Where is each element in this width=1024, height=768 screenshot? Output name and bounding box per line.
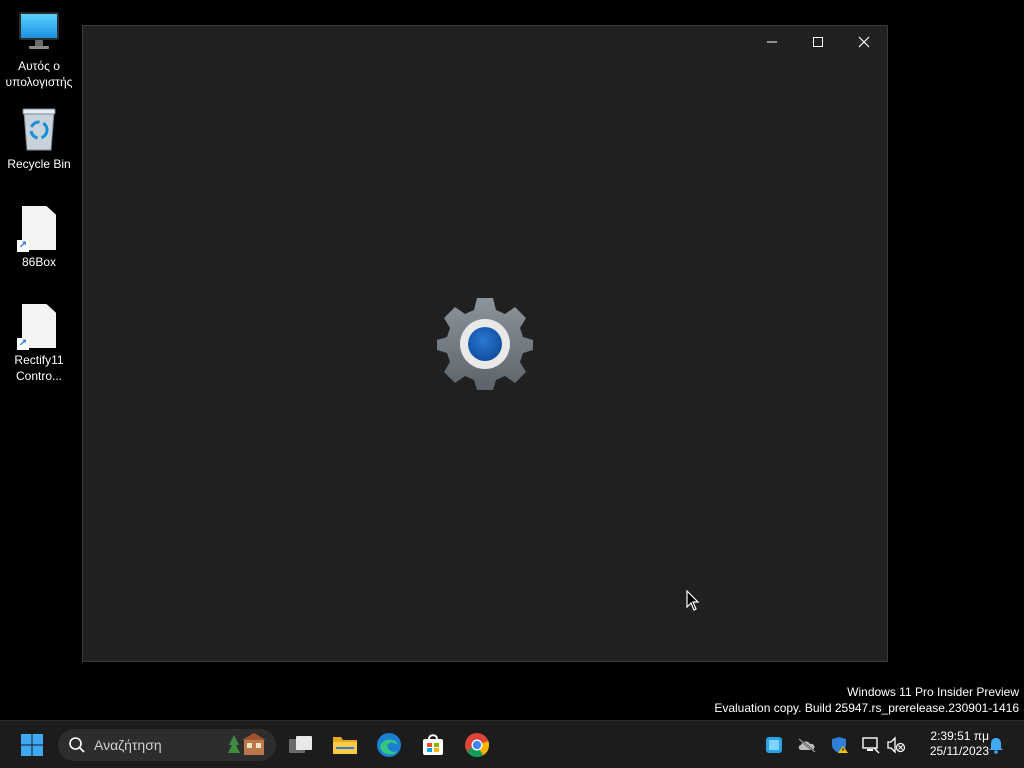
security-button[interactable] [830,735,850,755]
desktop-icon-label: Rectify11 Contro... [14,353,64,383]
file-shortcut-icon: ↗ [15,302,63,350]
chrome-button[interactable] [459,727,495,763]
watermark-line1: Windows 11 Pro Insider Preview [847,685,1019,699]
edge-icon [377,733,401,757]
settings-gear-icon [435,294,535,394]
network-icon [862,737,880,754]
security-icon [832,737,848,753]
taskbar: Αναζήτηση 2:39:51 πμ 25/11/2023 [0,720,1024,768]
task-view-button[interactable] [283,727,319,763]
watermark-line2: Evaluation copy. Build 25947.rs_prerelea… [714,701,1019,715]
window-controls [749,26,887,58]
settings-window[interactable] [82,25,888,662]
shortcut-arrow-icon: ↗ [17,240,29,252]
desktop-icon-label: 86Box [21,255,57,269]
monitor-icon [15,8,63,56]
maximize-button[interactable] [795,26,841,58]
desktop-icon-label: Αυτός ο υπολογιστής [5,59,73,89]
minimize-icon [767,41,777,43]
shortcut-arrow-icon: ↗ [17,338,29,350]
network-button[interactable] [861,735,881,755]
desktop-icon-this-pc[interactable]: Αυτός ο υπολογιστής [0,8,78,90]
file-shortcut-icon: ↗ [15,204,63,252]
minimize-button[interactable] [749,26,795,58]
activation-watermark: Windows 11 Pro Insider Preview Evaluatio… [714,684,1019,716]
desktop-icon-rectify11[interactable]: ↗ Rectify11 Contro... [0,302,78,384]
recycle-bin-icon [15,106,63,154]
edge-button[interactable] [371,727,407,763]
volume-muted-icon [887,736,906,754]
store-button[interactable] [415,727,451,763]
chrome-icon [465,733,490,758]
widgets-icon [766,737,782,753]
mouse-cursor-icon [686,589,700,612]
search-icon [69,737,85,753]
file-explorer-icon [333,737,357,754]
volume-button[interactable] [886,735,906,755]
search-placeholder: Αναζήτηση [94,737,162,753]
desktop-icon-label: Recycle Bin [7,157,71,171]
onedrive-icon [798,738,816,753]
clock-date: 25/11/2023 [929,744,989,758]
desktop: Αυτός ο υπολογιστής Recycle Bin ↗ 86Box … [0,0,1024,720]
task-view-icon [289,736,312,753]
clock-time: 2:39:51 πμ [930,729,989,743]
desktop-icon-86box[interactable]: ↗ 86Box [0,204,78,270]
start-icon [21,734,43,756]
store-icon [423,734,443,755]
start-button[interactable] [14,727,50,763]
bell-icon [989,738,1003,754]
notifications-button[interactable] [986,735,1006,755]
taskbar-clock[interactable]: 2:39:51 πμ 25/11/2023 [913,729,989,759]
search-highlight-icon [228,733,266,755]
desktop-icon-recycle-bin[interactable]: Recycle Bin [0,106,78,172]
taskbar-search-box[interactable]: Αναζήτηση [58,729,276,761]
close-button[interactable] [841,26,887,58]
file-explorer-button[interactable] [327,727,363,763]
onedrive-button[interactable] [797,735,817,755]
maximize-icon [813,37,823,47]
widgets-button[interactable] [764,735,784,755]
close-icon [858,36,870,48]
